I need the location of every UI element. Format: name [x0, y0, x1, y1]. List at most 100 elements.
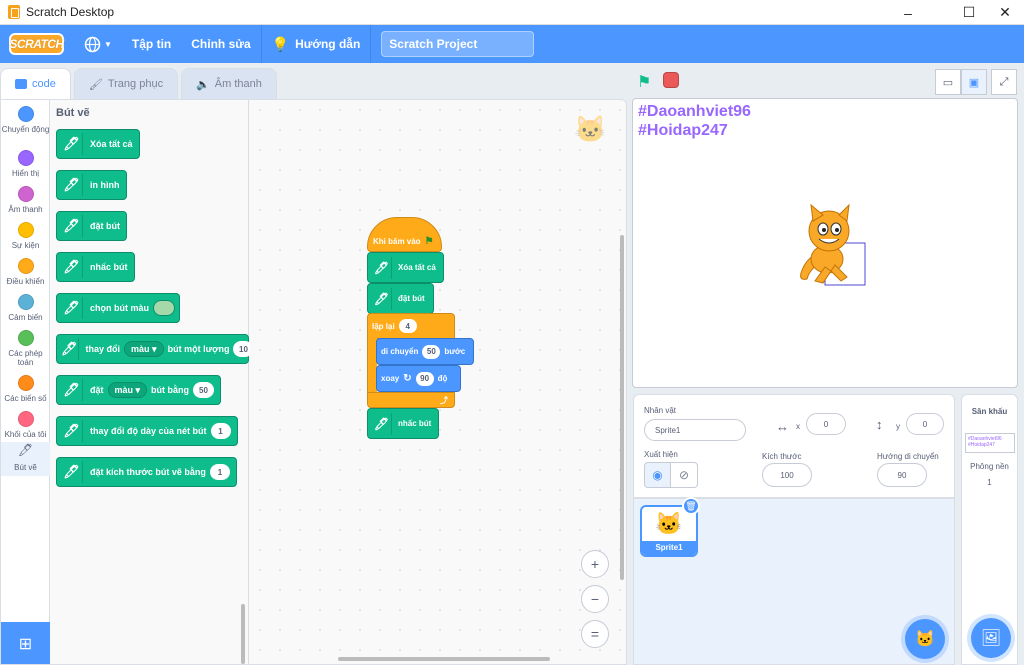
tutorials-menu[interactable]: 💡 Hướng dẫn: [262, 25, 371, 63]
block-pen-clear[interactable]: 🖊 Xóa tất cả: [56, 129, 140, 159]
block-pen-stamp[interactable]: 🖊 in hình: [56, 170, 127, 200]
file-menu[interactable]: Tập tin: [122, 25, 181, 63]
x-label: x: [796, 422, 800, 431]
scratch-logo[interactable]: SCRATCH: [9, 33, 64, 55]
sprite-thumbnail-name: Sprite1: [642, 541, 696, 555]
stage-pane-title: Sân khấu: [971, 407, 1008, 416]
script-block-move[interactable]: di chuyển 50 bước: [376, 338, 474, 365]
value-input[interactable]: 4: [398, 319, 417, 333]
script-block-pen-down[interactable]: 🖊 đặt bút: [367, 283, 434, 314]
show-visible-button[interactable]: ◉: [644, 462, 671, 488]
delete-sprite-button[interactable]: 🗑: [682, 497, 700, 515]
add-extension-icon: ⊞: [18, 636, 33, 653]
category-variables[interactable]: Các biến số: [1, 375, 50, 403]
editor-tabs: code 🖌 Trang phục 🔈 Âm thanh: [0, 68, 280, 100]
show-hidden-button[interactable]: ⊘: [671, 462, 698, 488]
sprite-name-input[interactable]: Sprite1: [644, 419, 746, 441]
category-sound[interactable]: Âm thanh: [1, 186, 50, 214]
y-label: y: [896, 422, 900, 431]
pen-icon: 🖊: [372, 287, 392, 310]
close-window-button[interactable]: ✕: [982, 0, 1024, 25]
stage-header: ⚑ ▭ ▣ ⤢: [627, 66, 1024, 96]
size-input[interactable]: 100: [762, 463, 812, 487]
trash-icon: 🗑: [685, 500, 697, 511]
zoom-out-button[interactable]: −: [581, 585, 609, 613]
block-label: thay đổi: [85, 344, 121, 354]
add-extension-button[interactable]: ⊞: [1, 622, 50, 664]
direction-label: Hướng di chuyển: [877, 452, 939, 461]
script-block-clear[interactable]: 🖊 Xóa tất cả: [367, 252, 444, 283]
category-pen[interactable]: 🖊 Bút vẽ: [1, 442, 50, 476]
zoom-reset-button[interactable]: =: [581, 620, 609, 648]
y-input[interactable]: 0: [906, 413, 944, 435]
small-stage-icon: ▭: [942, 76, 954, 89]
block-set-pen-size[interactable]: 🖊 đặt kích thước bút vẽ bằng 1: [56, 457, 237, 487]
block-pen-up[interactable]: 🖊 nhấc bút: [56, 252, 135, 282]
block-set-pen-color[interactable]: 🖊 chọn bút màu: [56, 293, 180, 323]
stage-selector[interactable]: Sân khấu #Daoanhviet96 #Hoidap247 Phông n…: [961, 394, 1018, 665]
block-change-pen-by[interactable]: 🖊 thay đổi màu ▾ bút một lượng 10: [56, 334, 254, 364]
project-title-input[interactable]: Scratch Project: [381, 31, 535, 57]
value-input[interactable]: 50: [193, 382, 214, 398]
large-stage-button[interactable]: ▣: [961, 69, 987, 95]
palette-scrollbar[interactable]: [241, 604, 245, 664]
stop-button[interactable]: [663, 72, 679, 88]
param-dropdown[interactable]: màu ▾: [124, 341, 164, 357]
category-events[interactable]: Sự kiện: [1, 222, 50, 250]
edit-menu[interactable]: Chỉnh sửa: [181, 25, 260, 63]
pen-icon: 🖊: [61, 133, 83, 155]
color-swatch-input[interactable]: [153, 300, 175, 316]
pen-icon: 🖊: [61, 297, 83, 319]
add-backdrop-button[interactable]: 🖼: [971, 618, 1011, 658]
sprite-watermark-icon: 🐱: [574, 114, 607, 144]
small-stage-button[interactable]: ▭: [935, 69, 961, 95]
green-flag-icon: ⚑: [424, 236, 434, 247]
script-block-repeat[interactable]: lặp lại 4: [367, 313, 455, 339]
fullscreen-button[interactable]: ⤢: [991, 69, 1017, 95]
category-motion[interactable]: Chuyển động: [1, 106, 50, 134]
minimize-button[interactable]: –: [885, 0, 931, 25]
zoom-in-button[interactable]: +: [581, 550, 609, 578]
direction-input[interactable]: 90: [877, 463, 927, 487]
workspace-scrollbar-h[interactable]: [338, 657, 550, 661]
script-block-pen-up[interactable]: 🖊 nhấc bút: [367, 408, 439, 439]
block-set-pen-to[interactable]: 🖊 đặt màu ▾ bút bằng 50: [56, 375, 221, 405]
value-input[interactable]: 90: [415, 371, 434, 386]
window-titlebar: Scratch Desktop – ☐ ✕: [0, 0, 1024, 25]
x-input[interactable]: 0: [806, 413, 846, 435]
block-pen-down[interactable]: 🖊 đặt bút: [56, 211, 127, 241]
category-looks[interactable]: Hiển thị: [1, 150, 50, 178]
tab-code[interactable]: code: [0, 68, 71, 99]
stage-canvas[interactable]: #Daoanhviet96 #Hoidap247: [632, 98, 1018, 388]
value-input[interactable]: 50: [422, 344, 441, 359]
block-label: nhấc bút: [90, 262, 128, 272]
tab-sounds[interactable]: 🔈 Âm thanh: [181, 68, 277, 99]
script-workspace[interactable]: 🐱 Khi bấm vào ⚑ 🖊 Xóa tất cả 🖊 đặt bút lặp …: [250, 100, 626, 664]
block-label: bút một lượng: [167, 344, 230, 354]
green-flag-button[interactable]: ⚑: [637, 72, 651, 92]
stage-text-line: #Daoanhviet96: [638, 103, 751, 120]
script-block-turn[interactable]: xoay ↻ 90 độ: [376, 365, 461, 392]
param-dropdown[interactable]: màu ▾: [107, 382, 148, 398]
category-control[interactable]: Điều khiển: [1, 258, 50, 286]
block-change-pen-size[interactable]: 🖊 thay đổi độ dày của nét bút 1: [56, 416, 238, 446]
tab-costumes[interactable]: 🖌 Trang phục: [73, 68, 179, 99]
chevron-down-icon: ▼: [104, 39, 112, 49]
category-sensing[interactable]: Cảm biến: [1, 294, 50, 322]
value-input[interactable]: 1: [210, 423, 231, 439]
add-sprite-button[interactable]: 🐱: [905, 619, 945, 659]
category-dot-icon: [17, 294, 34, 310]
block-label: di chuyển: [381, 347, 419, 356]
value-input[interactable]: 1: [209, 464, 230, 480]
code-icon: [15, 79, 27, 89]
category-myblocks[interactable]: Khối của tôi: [1, 411, 50, 439]
menu-bar: SCRATCH ▼ Tập tin Chỉnh sửa 💡 Hướng dẫn …: [0, 25, 1024, 63]
language-menu[interactable]: ▼: [74, 25, 122, 63]
cat-sprite-icon[interactable]: [785, 201, 871, 287]
block-palette: Bút vẽ 🖊 Xóa tất cả 🖊 in hình 🖊 đặt bút 🖊 nh…: [50, 100, 254, 664]
category-operators[interactable]: Các phép toán: [1, 330, 50, 367]
workspace-scrollbar-v[interactable]: [620, 235, 624, 580]
loop-arrow-icon: ⤴: [440, 395, 448, 405]
script-block-when-flag-clicked[interactable]: Khi bấm vào ⚑: [367, 217, 442, 252]
pen-icon: 🖊: [61, 174, 83, 196]
